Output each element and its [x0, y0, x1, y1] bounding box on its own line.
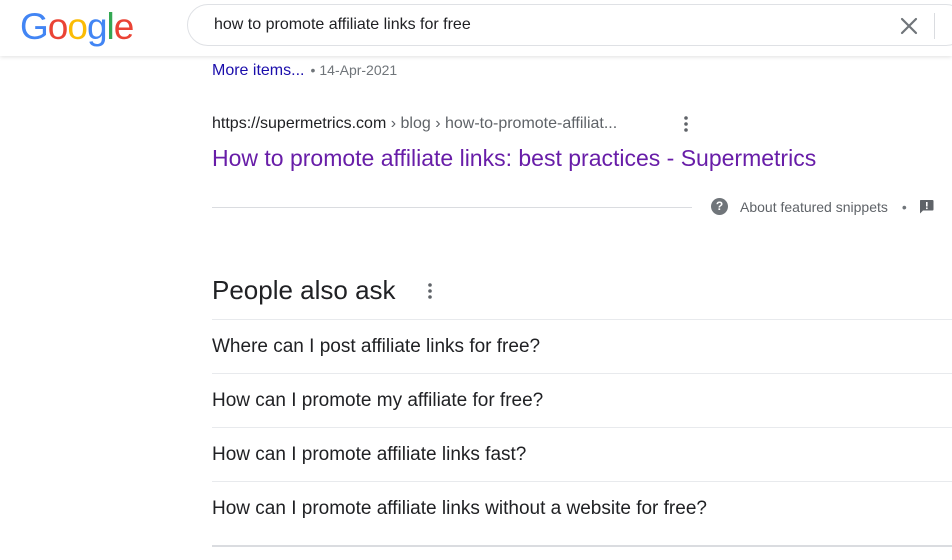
result-title-link[interactable]: How to promote affiliate links: best pra… — [212, 145, 816, 172]
clear-button[interactable] — [896, 13, 922, 39]
more-vert-icon — [428, 283, 432, 299]
citation-domain: https://supermetrics.com — [212, 115, 387, 132]
google-logo[interactable]: Google — [20, 6, 135, 47]
people-also-ask-heading: People also ask — [212, 275, 396, 305]
feedback-icon[interactable] — [919, 199, 934, 214]
logo-letter: e — [113, 6, 135, 47]
logo-letter: G — [20, 6, 49, 47]
logo-letter: o — [47, 6, 69, 47]
logo-letter: g — [86, 6, 108, 47]
more-vert-icon — [684, 116, 688, 132]
logo-letter: o — [67, 6, 88, 47]
paa-menu-button[interactable] — [422, 281, 438, 301]
separator-dot: • — [901, 198, 907, 215]
result-date: 14-Apr-2021 — [319, 62, 398, 78]
search-box — [187, 4, 952, 46]
more-items-link[interactable]: More items... — [212, 62, 304, 79]
separator-dot: • — [310, 62, 316, 78]
more-items-row: More items... • 14-Apr-2021 — [212, 62, 397, 80]
citation-path: › blog › how-to-promote-affiliat... — [386, 115, 618, 132]
snippet-divider — [212, 207, 692, 208]
paa-question[interactable]: How can I promote my affiliate for free? — [212, 373, 952, 427]
logo-letter: l — [106, 6, 115, 47]
result-menu-button[interactable] — [678, 114, 694, 134]
search-header: Google — [0, 0, 952, 56]
people-also-ask-list: Where can I post affiliate links for fre… — [212, 319, 952, 535]
search-input[interactable] — [214, 13, 864, 37]
about-featured-snippets-link[interactable]: About featured snippets — [740, 199, 888, 215]
close-icon — [900, 17, 918, 35]
paa-question[interactable]: How can I promote affiliate links withou… — [212, 481, 952, 535]
paa-bottom-divider — [212, 545, 952, 547]
result-citation[interactable]: https://supermetrics.com › blog › how-to… — [212, 115, 617, 133]
question-icon[interactable]: ? — [711, 198, 728, 215]
paa-question[interactable]: Where can I post affiliate links for fre… — [212, 319, 952, 373]
search-divider — [934, 13, 935, 39]
snippet-footer: ? About featured snippets • — [711, 198, 934, 215]
paa-question[interactable]: How can I promote affiliate links fast? — [212, 427, 952, 481]
